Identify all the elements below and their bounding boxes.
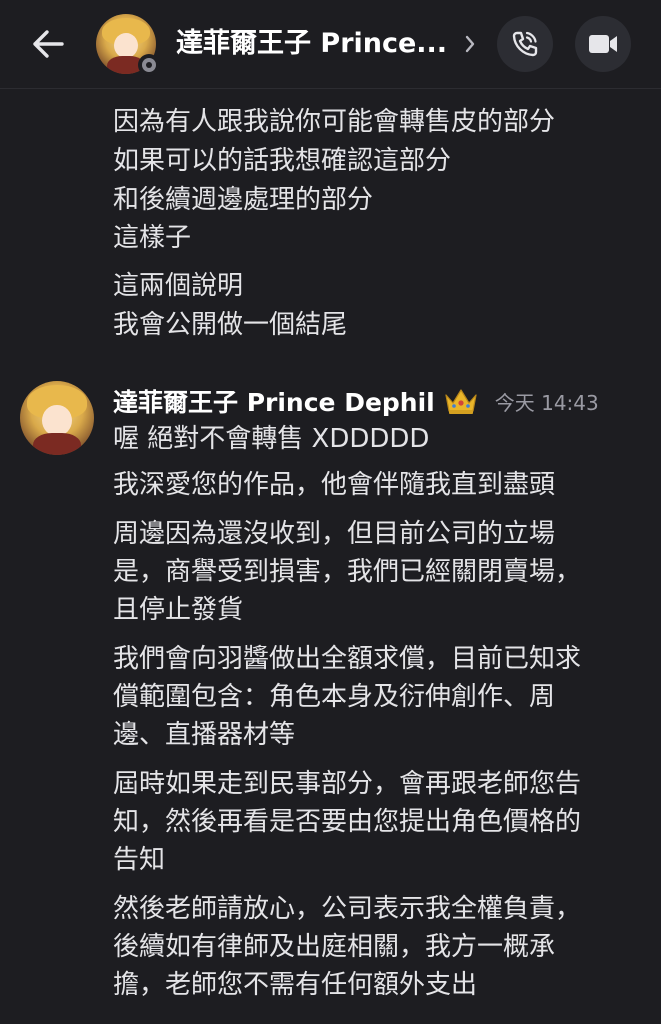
author-name[interactable]: 達菲爾王子 Prince Dephil [113,383,435,419]
message-line: 如果可以的話我想確認這部分 [113,146,452,176]
crown-icon [445,389,477,414]
phone-icon [512,31,538,57]
chevron-right-icon[interactable] [462,30,478,58]
message-list: 因為有人跟我說你可能會轉售皮的部分 如果可以的話我想確認這部分 和後續週邊處理的… [0,89,661,1024]
header-avatar-button[interactable] [96,14,160,76]
chat-header: 達菲爾王子 Prince... [0,0,661,89]
message-line: 我深愛您的作品，他會伴隨我直到盡頭 [113,470,556,500]
message-line: 告知 [113,845,166,875]
message-line: 償範圍包含：角色本身及衍伸創作、周 [113,682,556,712]
chat-title[interactable]: 達菲爾王子 Prince... [176,22,458,66]
message-line: 後續如有律師及出庭相關，我方一概承 [113,932,556,962]
video-camera-icon [589,35,617,53]
message-line: 我們會向羽醬做出全額求償，目前已知求 [113,644,582,674]
message-line: 擔，老師您不需有任何額外支出 [113,970,478,1000]
message-line: 且停止發貨 [113,595,244,625]
message-line: 我會公開做一個結尾 [113,310,348,340]
message-line: 周邊因為還沒收到，但目前公司的立場 [113,519,556,549]
message-line: 因為有人跟我說你可能會轉售皮的部分 [113,107,556,137]
message-line: 屆時如果走到民事部分，會再跟老師您告 [113,769,582,799]
message-line: 這兩個說明 [113,271,244,301]
message-line: 是，商譽受到損害，我們已經關閉賣場， [113,557,582,587]
message-line: 和後續週邊處理的部分 [113,185,374,215]
message-line: 邊、直播器材等 [113,720,296,750]
message-timestamp: 今天 14:43 [494,390,599,415]
message-line: 然後老師請放心，公司表示我全權負責， [113,894,582,924]
author-avatar[interactable] [20,381,94,455]
message-line: 喔 絕對不會轉售 XDDDDD [113,424,430,454]
message-header: 達菲爾王子 Prince Dephil 今天 14:43 [113,379,599,423]
back-button[interactable] [26,24,70,64]
message-line: 這樣子 [113,223,192,253]
video-call-button[interactable] [575,16,631,72]
message-line: 知，然後再看是否要由您提出角色價格的 [113,807,582,837]
arrow-left-icon [33,30,64,58]
status-indicator [138,54,160,76]
voice-call-button[interactable] [497,16,553,72]
